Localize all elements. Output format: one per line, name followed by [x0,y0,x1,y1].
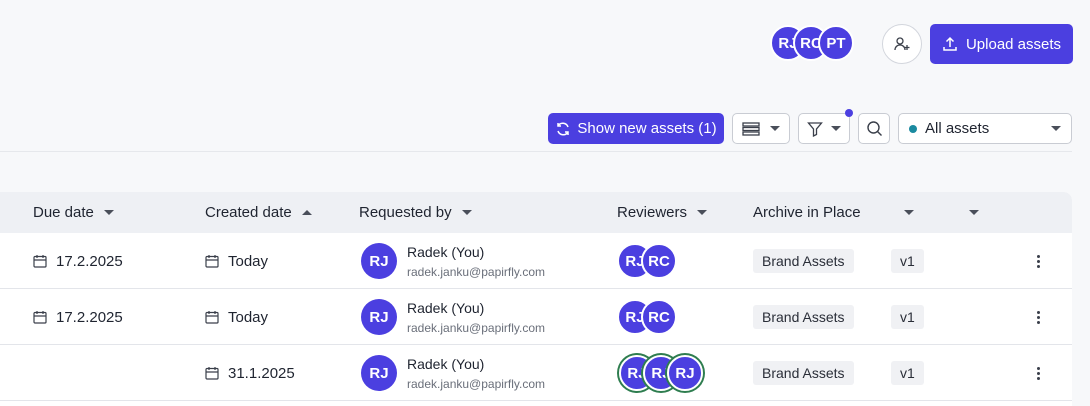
sort-icon [969,210,979,215]
column-requested-by[interactable]: Requested by [359,192,472,233]
sort-icon [904,210,914,215]
row-menu-button[interactable] [1030,289,1046,345]
requester-email: radek.janku@papirfly.com [407,264,546,279]
requester-email: radek.janku@papirfly.com [407,320,546,335]
archive-cell: Brand Assets [753,289,854,345]
archive-cell: Brand Assets [753,233,854,289]
calendar-icon [205,366,219,380]
chevron-down-icon [831,126,841,131]
filter-active-indicator [845,109,853,117]
reviewer-avatars[interactable]: RJ RC [617,241,717,281]
created-date-cell: Today [205,289,268,345]
collaborator-avatars[interactable]: RJ RC PT [770,25,860,65]
reviewer-avatars[interactable]: RJ RJ RJ [617,353,717,393]
version-badge: v1 [891,361,924,385]
column-archive-in-place[interactable]: Archive in Place [753,192,861,233]
upload-assets-label: Upload assets [965,35,1062,53]
archive-tag: Brand Assets [753,361,854,385]
chevron-down-icon [1051,126,1061,131]
calendar-icon [33,310,47,324]
asset-filter-select[interactable]: All assets [898,113,1072,144]
table-row[interactable]: 31.1.2025 RJ Radek (You) radek.janku@pap… [0,345,1072,401]
due-date-cell: 17.2.2025 [33,233,123,289]
column-archive-sort[interactable] [904,192,914,233]
due-date-cell: 17.2.2025 [33,289,123,345]
more-vertical-icon [1036,254,1040,268]
more-vertical-icon [1036,310,1040,324]
reviewers-cell[interactable]: RJ RJ RJ [617,345,717,401]
requester-name: Radek (You) [407,355,485,372]
reviewer-avatars[interactable]: RJ RC [617,297,717,337]
row-menu-button[interactable] [1030,345,1046,401]
avatar: RJ [361,299,397,335]
status-dot [909,124,917,133]
column-due-date[interactable]: Due date [33,192,114,233]
avatar: RJ [361,243,397,279]
row-menu-button[interactable] [1030,233,1046,289]
column-reviewers[interactable]: Reviewers [617,192,708,233]
upload-assets-button[interactable]: Upload assets [930,24,1073,64]
version-badge: v1 [891,305,924,329]
sort-ascending-icon [301,210,312,215]
sort-icon [697,210,708,215]
archive-cell: Brand Assets [753,345,854,401]
sort-icon [103,210,114,215]
requester-cell: RJ Radek (You) radek.janku@papirfly.com [361,233,545,289]
upload-icon [943,36,957,51]
archive-tag: Brand Assets [753,305,854,329]
calendar-icon [33,254,47,268]
assets-table: Due date Created date Requested by Revie… [0,192,1072,406]
requester-cell: RJ Radek (You) radek.janku@papirfly.com [361,345,545,401]
created-date-cell: Today [205,233,268,289]
filter-icon [807,121,823,137]
table-header: Due date Created date Requested by Revie… [0,192,1072,233]
reviewers-cell[interactable]: RJ RC [617,233,717,289]
table-row[interactable]: 17.2.2025 Today RJ Radek (You) radek.jan… [0,289,1072,345]
divider [0,151,1072,152]
search-button[interactable] [858,113,890,144]
sort-icon [461,210,472,215]
calendar-icon [205,254,219,268]
requester-email: radek.janku@papirfly.com [407,376,546,391]
requester-name: Radek (You) [407,299,485,316]
add-user-icon [894,37,910,51]
requester-cell: RJ Radek (You) radek.janku@papirfly.com [361,289,545,345]
avatar: RJ [361,355,397,391]
column-created-date[interactable]: Created date [205,192,312,233]
avatar[interactable]: PT [818,25,854,61]
view-toggle-button[interactable] [732,113,790,144]
refresh-icon [557,121,570,136]
avatar: RJ [667,355,703,391]
version-cell: v1 [891,345,924,401]
list-view-icon [742,121,760,136]
column-version-sort[interactable] [969,192,979,233]
version-cell: v1 [891,233,924,289]
reviewers-cell[interactable]: RJ RC [617,289,717,345]
show-new-assets-label: Show new assets (1) [577,120,717,137]
table-row[interactable]: 17.2.2025 Today RJ Radek (You) radek.jan… [0,233,1072,289]
show-new-assets-button[interactable]: Show new assets (1) [548,113,724,144]
version-badge: v1 [891,249,924,273]
archive-tag: Brand Assets [753,249,854,273]
avatar: RC [641,243,677,279]
created-date-cell: 31.1.2025 [205,345,295,401]
requester-name: Radek (You) [407,243,485,260]
filter-button[interactable] [798,113,850,144]
add-user-button[interactable] [882,24,922,64]
more-vertical-icon [1036,366,1040,380]
search-icon [866,121,882,136]
calendar-icon [205,310,219,324]
version-cell: v1 [891,289,924,345]
chevron-down-icon [770,126,780,131]
avatar: RC [641,299,677,335]
asset-filter-value: All assets [925,120,990,137]
